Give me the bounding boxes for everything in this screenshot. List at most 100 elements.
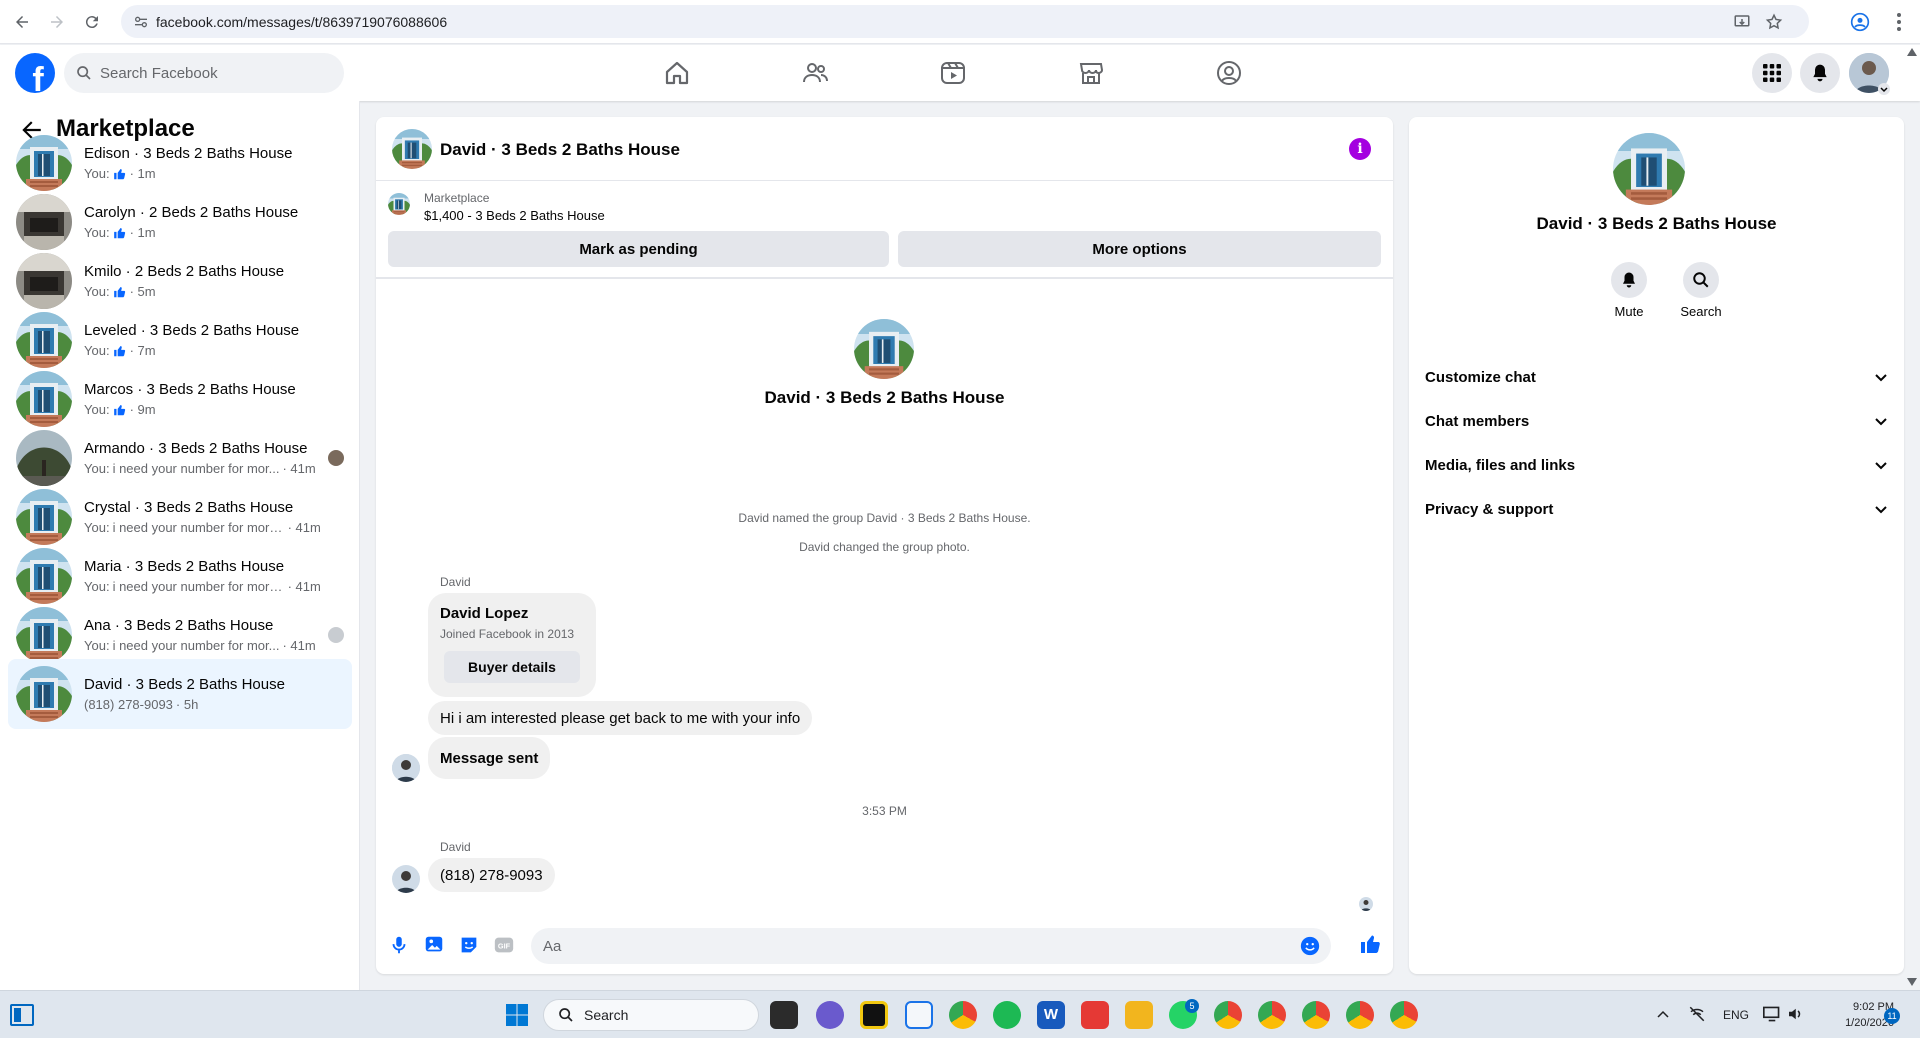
system-message: David named the group David · 3 Beds 2 B… [738, 511, 1031, 525]
taskbar-search[interactable]: Search [543, 999, 759, 1031]
conversation-thumbnail [16, 489, 72, 545]
sticky-notes-icon[interactable] [860, 1001, 888, 1029]
my-avatar[interactable] [392, 754, 420, 782]
profile-icon[interactable] [1850, 12, 1870, 32]
thumbs-up-icon[interactable] [1359, 932, 1381, 954]
display-icon[interactable] [1762, 1005, 1782, 1023]
notifications-bell-icon[interactable] [1800, 53, 1840, 93]
home-icon[interactable] [663, 59, 691, 87]
conversation-preview: You: i need your number for more in... · 4… [84, 579, 352, 594]
bookmark-star-icon[interactable] [1765, 13, 1783, 31]
details-section[interactable]: Privacy & support [1425, 491, 1888, 527]
widgets-icon[interactable] [10, 1004, 34, 1026]
listing-thumbnail[interactable] [388, 193, 410, 215]
chat-title[interactable]: David · 3 Beds 2 Baths House [440, 140, 680, 160]
conversation-name: Ana · 3 Beds 2 Baths House [84, 617, 274, 634]
conversation-time: · 7m [129, 343, 156, 358]
preview-prefix: You: [84, 343, 110, 358]
message-bubble[interactable]: Hi i am interested please get back to me… [428, 701, 813, 735]
search-conversation-button[interactable]: Search [1666, 262, 1736, 319]
chrome-icon[interactable] [949, 1001, 977, 1029]
clock[interactable]: 9:02 PM 1/20/2026 [1818, 999, 1894, 1031]
conversation-time: · 1m [129, 225, 156, 240]
browser-menu-icon[interactable] [1896, 12, 1902, 32]
read-receipt-avatar [1359, 897, 1373, 911]
conversation-row[interactable]: David · 3 Beds 2 Baths House (818) 278-90… [8, 659, 352, 729]
language-indicator[interactable]: ENG [1723, 1008, 1749, 1022]
watch-icon[interactable] [939, 59, 967, 87]
account-chevron-down-icon[interactable] [1878, 83, 1890, 95]
buyer-name[interactable]: David Lopez [440, 605, 528, 622]
details-section[interactable]: Media, files and links [1425, 447, 1888, 483]
more-options-button[interactable]: More options [898, 231, 1381, 267]
chrome-profile-icon[interactable] [1302, 1001, 1330, 1029]
microphone-icon[interactable] [388, 934, 410, 956]
photo-icon[interactable] [423, 934, 445, 956]
message-input[interactable]: Aa [531, 928, 1331, 964]
conversation-preview: You: · 1m [84, 225, 352, 240]
chrome-profile-icon[interactable] [1346, 1001, 1374, 1029]
mute-label: Mute [1614, 304, 1644, 319]
chrome-profile-icon[interactable] [1390, 1001, 1418, 1029]
listing-price-title[interactable]: $1,400 - 3 Beds 2 Baths House [424, 208, 605, 223]
details-avatar[interactable] [1613, 133, 1685, 205]
forward-icon[interactable] [45, 10, 69, 34]
phone-message-bubble[interactable]: (818) 278-9093 [428, 858, 555, 892]
chat-avatar[interactable] [392, 129, 432, 169]
friends-icon[interactable] [801, 59, 829, 87]
preview-prefix: You: [84, 402, 110, 417]
mute-button[interactable]: Mute [1594, 262, 1664, 319]
install-app-icon[interactable] [1733, 13, 1751, 31]
app-red-icon[interactable] [1081, 1001, 1109, 1029]
thumbs-up-icon [113, 344, 127, 358]
message-sent-bubble[interactable]: Message sent [428, 737, 551, 779]
buyer-card: David Lopez Joined Facebook in 2013 Buye… [428, 593, 596, 697]
address-bar[interactable]: facebook.com/messages/t/8639719076088606 [121, 5, 1809, 38]
buyer-details-button[interactable]: Buyer details [444, 651, 580, 683]
task-view-icon[interactable] [770, 1001, 798, 1029]
conversation-preview: You: i need your number for mor... · 41m [84, 638, 328, 653]
reload-icon[interactable] [80, 10, 104, 34]
notification-badge[interactable]: 11 [1884, 1008, 1900, 1024]
david-avatar[interactable] [392, 865, 420, 893]
intro-avatar[interactable] [854, 319, 914, 379]
menu-grid-icon[interactable] [1752, 53, 1792, 93]
bell-icon [1623, 272, 1635, 288]
file-explorer-icon[interactable] [1125, 1001, 1153, 1029]
teams-chat-icon[interactable] [816, 1001, 844, 1029]
scroll-down-icon[interactable] [1907, 978, 1917, 986]
gaming-icon[interactable] [1215, 59, 1243, 87]
chevron-up-icon[interactable] [1657, 1009, 1669, 1019]
windows-start-icon[interactable] [505, 1003, 529, 1027]
search-icon [559, 1008, 573, 1022]
chrome-profile-icon[interactable] [1258, 1001, 1286, 1029]
chevron-down-icon [1874, 370, 1888, 384]
details-section[interactable]: Chat members [1425, 403, 1888, 439]
facebook-logo[interactable]: f [15, 53, 55, 93]
scroll-up-icon[interactable] [1907, 48, 1917, 56]
info-icon[interactable]: i [1349, 138, 1371, 160]
chevron-down-icon [1874, 458, 1888, 472]
sticker-icon[interactable] [458, 934, 480, 956]
facebook-search[interactable]: Search Facebook [64, 53, 344, 93]
search-placeholder: Search Facebook [100, 64, 218, 82]
facebook-header: f Search Facebook [0, 45, 1920, 101]
mark-as-pending-button[interactable]: Mark as pending [388, 231, 889, 267]
network-off-icon[interactable] [1688, 1005, 1706, 1023]
preview-prefix: You: [84, 520, 110, 535]
composer: GIF Aa [376, 918, 1393, 974]
conversation-thumbnail [16, 666, 72, 722]
marketplace-icon[interactable] [1077, 59, 1105, 87]
word-icon[interactable]: W [1037, 1001, 1065, 1029]
conversation-time: · 9m [129, 402, 156, 417]
snipping-tool-icon[interactable] [905, 1001, 933, 1029]
chrome-profile-icon[interactable] [1214, 1001, 1242, 1029]
site-info-icon[interactable] [133, 14, 149, 30]
details-section[interactable]: Customize chat [1425, 359, 1888, 395]
emoji-icon[interactable] [1299, 935, 1321, 957]
preview-prefix: You: [84, 225, 110, 240]
spotify-icon[interactable] [993, 1001, 1021, 1029]
volume-icon[interactable] [1786, 1005, 1804, 1023]
back-icon[interactable] [10, 10, 34, 34]
gif-icon[interactable]: GIF [493, 934, 515, 956]
